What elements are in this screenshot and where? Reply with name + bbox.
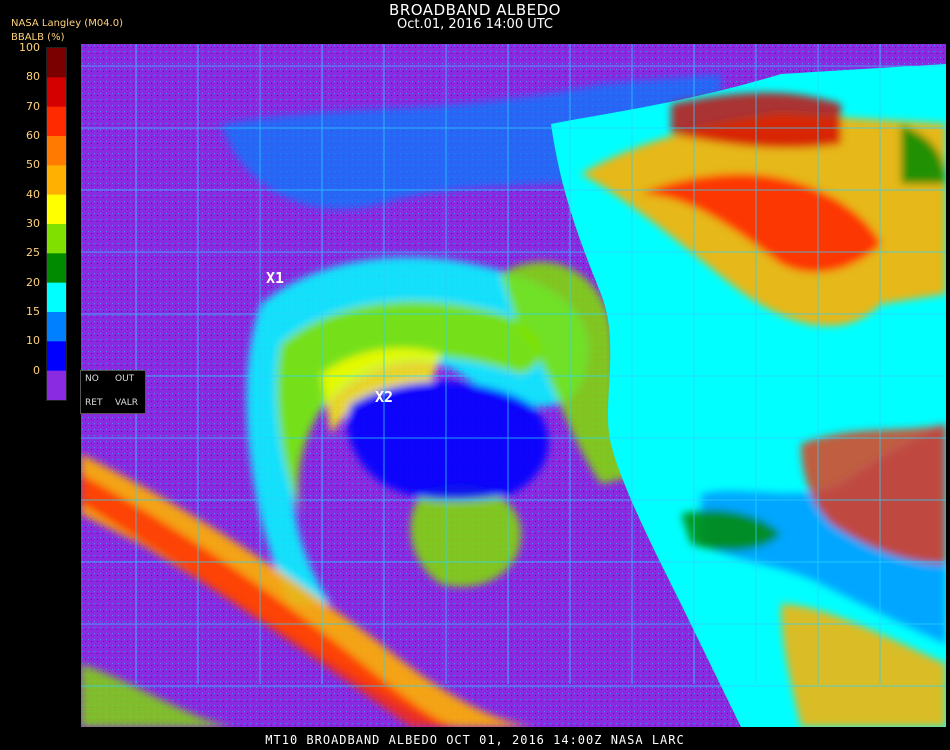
legend-swatch: [47, 370, 66, 401]
no-retrieval-box: NO OUT RET VALR: [80, 370, 146, 414]
legend-swatch: [47, 282, 66, 313]
marker-x2: X2: [375, 388, 394, 406]
legend-swatch: [47, 194, 66, 225]
legend-swatch: [47, 165, 66, 196]
legend-tick-label: 15: [26, 305, 40, 318]
legend-tick-label: 30: [26, 217, 40, 230]
legend-bar: [47, 48, 66, 401]
legend-tick-label: 50: [26, 158, 40, 172]
albedo-map: [81, 44, 946, 727]
marker-x1: X1: [266, 269, 285, 287]
legend-swatch: [47, 224, 66, 254]
legend-tick-label: 80: [26, 70, 40, 84]
legend-tick-label: 100: [19, 41, 40, 54]
legend-swatch: [47, 253, 66, 284]
legend-tick-label: 20: [26, 275, 40, 289]
legend-swatch: [47, 341, 66, 372]
legend-swatch: [47, 136, 66, 166]
legend-swatch: [47, 48, 66, 78]
legend-tick-label: 70: [26, 99, 40, 113]
legend-swatch: [47, 312, 66, 342]
legend-tick-label: 60: [26, 129, 40, 142]
legend-tick-label: 0: [33, 363, 40, 377]
legend-tick-label: 10: [26, 334, 40, 348]
source-label: NASA Langley (M04.0): [11, 18, 123, 29]
color-legend: [46, 47, 67, 401]
legend-tick-label: 40: [26, 187, 40, 201]
out-label: OUT: [115, 374, 135, 384]
legend-swatch: [47, 106, 66, 137]
no-label: NO: [85, 374, 99, 384]
valr-label: VALR: [115, 398, 139, 408]
ret-label: RET: [85, 398, 103, 408]
footer-caption: MT10 BROADBAND ALBEDO OCT 01, 2016 14:00…: [265, 733, 685, 747]
legend-tick-label: 25: [26, 246, 40, 260]
legend-swatch: [47, 77, 66, 108]
map-subtitle: Oct.01, 2016 14:00 UTC: [397, 17, 553, 32]
